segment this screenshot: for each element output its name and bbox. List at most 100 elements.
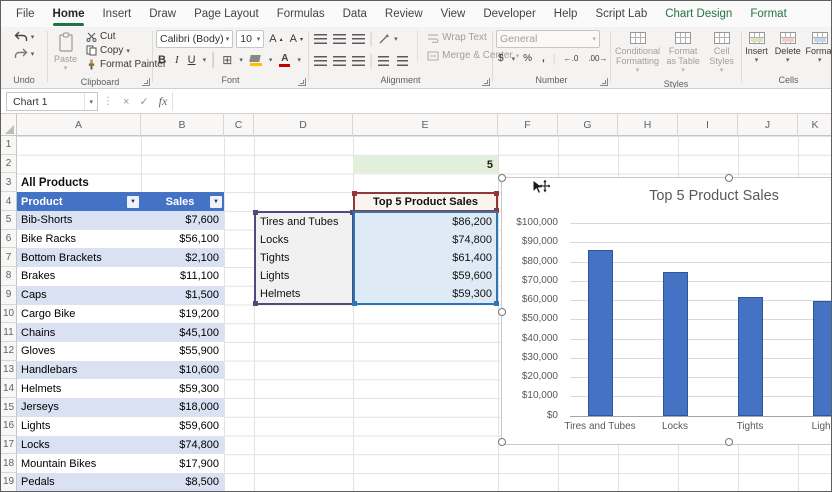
row-header-15[interactable]: 15 [1, 398, 17, 417]
bar-lights[interactable] [813, 301, 832, 416]
chart-selection-handle[interactable] [725, 438, 733, 446]
table-row[interactable]: Bib-Shorts$7,600 [17, 211, 224, 230]
tab-draw[interactable]: Draw [140, 1, 185, 27]
cancel-icon[interactable]: × [118, 96, 134, 108]
range-handle[interactable] [494, 301, 499, 306]
top5-value-cell[interactable]: $59,300 [355, 285, 496, 303]
top5-values-range[interactable]: $86,200$74,800$61,400$59,600$59,300 [353, 211, 498, 305]
table-row[interactable]: Bike Racks$56,100 [17, 230, 224, 249]
top-n-input-cell[interactable]: 5 [353, 156, 498, 174]
delete-cells-button[interactable]: Delete ▾ [773, 30, 803, 68]
row-header-12[interactable]: 12 [1, 342, 17, 361]
table-row[interactable]: Handlebars$10,600 [17, 361, 224, 380]
dialog-launcher-icon[interactable] [142, 78, 150, 86]
tab-insert[interactable]: Insert [93, 1, 140, 27]
sales-cell[interactable]: $7,600 [141, 211, 224, 230]
chevron-down-icon[interactable]: ▾ [203, 56, 207, 64]
row-header-11[interactable]: 11 [1, 323, 17, 342]
bar-tires-and-tubes[interactable] [588, 250, 613, 416]
row-header-13[interactable]: 13 [1, 361, 17, 380]
top5-product-cell[interactable]: Lights [256, 267, 352, 285]
row-header-10[interactable]: 10 [1, 305, 17, 324]
product-header-cell[interactable]: Product▼ [17, 192, 141, 211]
table-row[interactable]: Jerseys$18,000 [17, 398, 224, 417]
tab-review[interactable]: Review [376, 1, 432, 27]
table-row[interactable]: Pedals$8,500 [17, 473, 224, 492]
insert-function-icon[interactable]: fx [154, 94, 173, 109]
dialog-launcher-icon[interactable] [482, 78, 490, 86]
format-cells-button[interactable]: Format ▾ [805, 30, 832, 68]
table-row[interactable]: Lights$59,600 [17, 417, 224, 436]
tab-chart-design[interactable]: Chart Design [656, 1, 741, 27]
filter-icon[interactable]: ▼ [127, 196, 139, 208]
chevron-down-icon[interactable]: ▾ [84, 93, 97, 110]
shrink-font-button[interactable]: A▾ [288, 30, 305, 48]
redo-button[interactable]: ▾ [12, 47, 37, 61]
chart-selection-handle[interactable] [498, 438, 506, 446]
grow-font-button[interactable]: A▴ [267, 30, 284, 48]
chevron-down-icon[interactable]: ▾ [239, 56, 243, 64]
formula-bar-splitter[interactable]: ⋮ [98, 96, 118, 107]
bold-button[interactable]: B [156, 53, 168, 67]
enter-icon[interactable]: ✓ [134, 95, 153, 108]
product-cell[interactable]: Locks [17, 436, 141, 455]
top5-value-cell[interactable]: $86,200 [355, 213, 496, 231]
range-handle[interactable] [253, 210, 258, 215]
middle-align-button[interactable] [331, 32, 348, 47]
top5-value-cell[interactable]: $74,800 [355, 231, 496, 249]
tab-data[interactable]: Data [334, 1, 376, 27]
product-cell[interactable]: Lights [17, 417, 141, 436]
chevron-down-icon[interactable]: ▾ [226, 35, 230, 43]
borders-button[interactable]: ⊞ [220, 52, 234, 68]
top5-value-cell[interactable]: $59,600 [355, 267, 496, 285]
tab-format[interactable]: Format [741, 1, 795, 27]
align-left-button[interactable] [312, 54, 329, 69]
top5-product-cell[interactable]: Locks [256, 231, 352, 249]
table-row[interactable]: Brakes$11,100 [17, 267, 224, 286]
tab-help[interactable]: Help [545, 1, 587, 27]
filter-icon[interactable]: ▼ [210, 196, 222, 208]
tab-page-layout[interactable]: Page Layout [185, 1, 268, 27]
column-header-G[interactable]: G [558, 114, 618, 136]
sales-cell[interactable]: $10,600 [141, 361, 224, 380]
top5-value-cell[interactable]: $61,400 [355, 249, 496, 267]
bottom-align-button[interactable] [350, 32, 367, 47]
product-cell[interactable]: Bike Racks [17, 230, 141, 249]
chevron-down-icon[interactable]: ▾ [512, 55, 516, 63]
worksheet-grid[interactable]: All Products Product▼Sales▼Bib-Shorts$7,… [1, 136, 832, 492]
formula-input[interactable] [172, 92, 831, 111]
font-color-button[interactable]: A [277, 53, 292, 68]
product-cell[interactable]: Gloves [17, 342, 141, 361]
bar-locks[interactable] [663, 272, 688, 416]
top5-header-cell[interactable]: Top 5 Product Sales [353, 192, 498, 212]
row-header-18[interactable]: 18 [1, 454, 17, 473]
chevron-down-icon[interactable]: ▾ [31, 33, 35, 41]
table-row[interactable]: Locks$74,800 [17, 436, 224, 455]
tab-view[interactable]: View [432, 1, 475, 27]
row-header-14[interactable]: 14 [1, 379, 17, 398]
column-header-K[interactable]: K [798, 114, 832, 136]
decrease-decimal-button[interactable]: .00→ [586, 53, 609, 64]
column-header-C[interactable]: C [224, 114, 254, 136]
sales-header-cell[interactable]: Sales▼ [141, 192, 224, 211]
insert-cells-button[interactable]: Insert ▾ [742, 30, 771, 68]
range-handle[interactable] [494, 191, 499, 196]
table-row[interactable]: Mountain Bikes$17,900 [17, 454, 224, 473]
column-header-E[interactable]: E [353, 114, 498, 136]
bar-tights[interactable] [738, 297, 763, 415]
top-align-button[interactable] [312, 32, 329, 47]
range-handle[interactable] [253, 301, 258, 306]
chevron-down-icon[interactable]: ▾ [297, 56, 301, 64]
chevron-down-icon[interactable]: ▾ [269, 56, 273, 64]
table-row[interactable]: Gloves$55,900 [17, 342, 224, 361]
row-header-6[interactable]: 6 [1, 230, 17, 249]
product-cell[interactable]: Bottom Brackets [17, 248, 141, 267]
column-header-A[interactable]: A [17, 114, 141, 136]
row-header-9[interactable]: 9 [1, 286, 17, 305]
currency-format-button[interactable]: $ [496, 52, 506, 65]
product-cell[interactable]: Bib-Shorts [17, 211, 141, 230]
table-row[interactable]: Caps$1,500 [17, 286, 224, 305]
row-header-1[interactable]: 1 [1, 136, 17, 155]
dialog-launcher-icon[interactable] [600, 78, 608, 86]
sales-cell[interactable]: $59,300 [141, 379, 224, 398]
